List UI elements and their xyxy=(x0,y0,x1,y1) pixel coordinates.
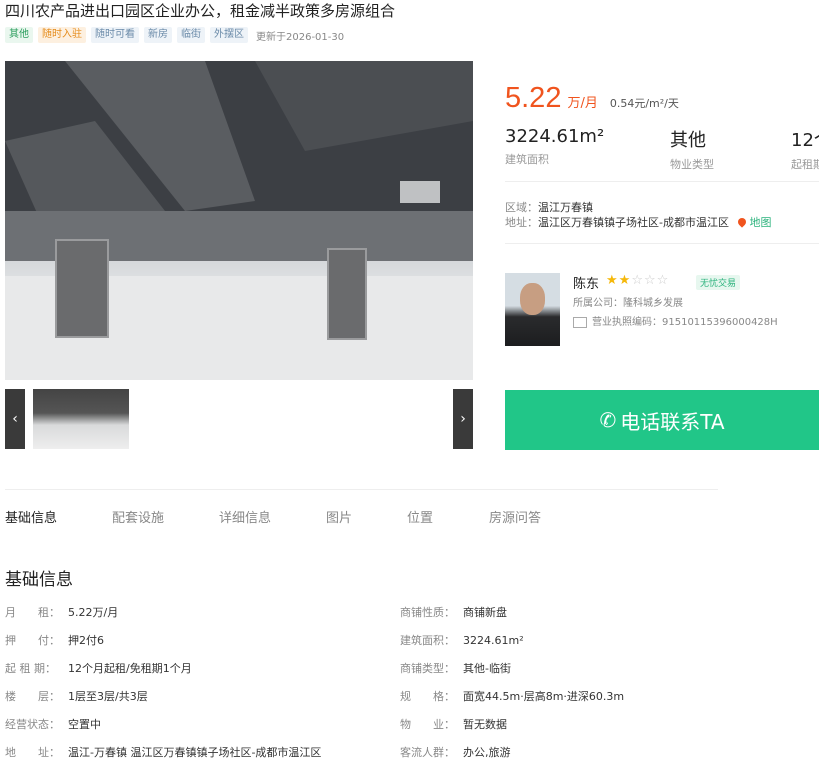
stat-type: 其他 物业类型 xyxy=(670,130,714,171)
detail-row: 物 业： 暂无数据 xyxy=(400,718,507,731)
region-line: 区域：温江万春镇 xyxy=(505,201,593,214)
section-title: 基础信息 xyxy=(5,570,73,590)
tab-basic-info[interactable]: 基础信息 xyxy=(5,507,112,526)
detail-row: 规 格： 面宽44.5m·层高8m·进深60.3m xyxy=(400,690,625,703)
call-button[interactable]: ✆ 电话联系TA xyxy=(505,390,819,450)
agent-license: 营业执照编码：91510115396000428H xyxy=(573,313,778,328)
avatar[interactable] xyxy=(505,273,560,346)
price-per-area: 0.54元/m²/天 xyxy=(609,97,679,110)
detail-row: 客流人群： 办公,旅游 xyxy=(400,746,511,759)
door xyxy=(55,239,109,338)
detail-row: 地 址： 温江-万春镇 温江区万春镇镇子场社区-成都市温江区 xyxy=(5,746,322,759)
detail-row: 月 租： 5.22万/月 xyxy=(5,606,119,619)
tag: 随时入驻 xyxy=(38,27,86,43)
map-link[interactable]: 地图 xyxy=(736,216,771,229)
tab-facilities[interactable]: 配套设施 xyxy=(112,507,219,526)
detail-row: 起 租 期： 12个月起租/免租期1个月 xyxy=(5,662,192,675)
key-stats: 3224.61m² 建筑面积 其他 物业类型 12个 起租期 xyxy=(505,126,819,174)
avatar-face xyxy=(520,283,545,315)
star-icon: ☆ xyxy=(631,273,644,288)
star-icon: ☆ xyxy=(643,273,657,288)
thumbnail-strip: ‹ › xyxy=(5,389,473,449)
tag: 随时可看 xyxy=(91,27,139,43)
trust-badge: 无忧交易 xyxy=(696,275,741,290)
thumbnail[interactable] xyxy=(33,389,129,449)
license-icon xyxy=(573,316,587,328)
divider xyxy=(505,243,819,244)
updated-date: 更新于2026-01-30 xyxy=(256,31,345,43)
door xyxy=(327,248,367,340)
section-tabs: 基础信息 配套设施 详细信息 图片 位置 房源问答 xyxy=(5,507,569,526)
address-line: 地址：温江区万春镇镇子场社区-成都市温江区 地图 xyxy=(505,216,772,229)
region-value[interactable]: 温江万春镇 xyxy=(538,201,593,214)
tab-details[interactable]: 详细信息 xyxy=(219,507,326,526)
agent-company: 所属公司：隆科城乡发展 xyxy=(573,298,683,309)
price-value: 5.22 xyxy=(505,82,562,114)
main-photo[interactable] xyxy=(5,61,473,380)
star-icon: ★ xyxy=(606,273,619,288)
tag: 其他 xyxy=(5,27,33,43)
star-icon: ★ xyxy=(618,273,632,288)
next-arrow-icon[interactable]: › xyxy=(453,389,473,449)
stat-lease: 12个 起租期 xyxy=(791,130,819,171)
detail-row: 经营状态： 空置中 xyxy=(5,718,101,731)
detail-row: 楼 层： 1层至3层/共3层 xyxy=(5,690,148,703)
tab-qa[interactable]: 房源问答 xyxy=(489,507,569,526)
detail-row: 建筑面积： 3224.61m² xyxy=(400,634,524,647)
agent-name[interactable]: 陈东 xyxy=(573,273,599,292)
stat-area: 3224.61m² 建筑面积 xyxy=(505,126,605,166)
tab-location[interactable]: 位置 xyxy=(407,507,489,526)
tag: 临街 xyxy=(177,27,205,43)
price-unit: 万/月 xyxy=(567,96,598,111)
price: 5.22 万/月 0.54元/m²/天 xyxy=(505,82,679,115)
tag: 外摆区 xyxy=(210,27,248,43)
prev-arrow-icon[interactable]: ‹ xyxy=(5,389,25,449)
detail-row: 商铺类型： 其他-临街 xyxy=(400,662,511,675)
detail-row: 商铺性质： 商铺新盘 xyxy=(400,606,507,619)
detail-row: 押 付： 押2付6 xyxy=(5,634,104,647)
location-pin-icon xyxy=(736,216,749,228)
tab-photos[interactable]: 图片 xyxy=(326,507,407,526)
divider xyxy=(505,181,819,182)
rating-stars: ★★☆☆☆ xyxy=(606,273,669,288)
ceiling-graphic xyxy=(5,61,473,261)
divider xyxy=(5,489,718,490)
address-value: 温江区万春镇镇子场社区-成都市温江区 xyxy=(538,216,729,229)
star-icon: ☆ xyxy=(656,273,670,288)
tag: 新房 xyxy=(144,27,172,43)
tag-list: 其他 随时入驻 随时可看 新房 临街 外摆区 更新于2026-01-30 xyxy=(5,27,344,43)
phone-icon: ✆ xyxy=(599,408,617,432)
listing-title: 四川农产品进出口园区企业办公，租金减半政策多房源组合 xyxy=(5,2,396,20)
